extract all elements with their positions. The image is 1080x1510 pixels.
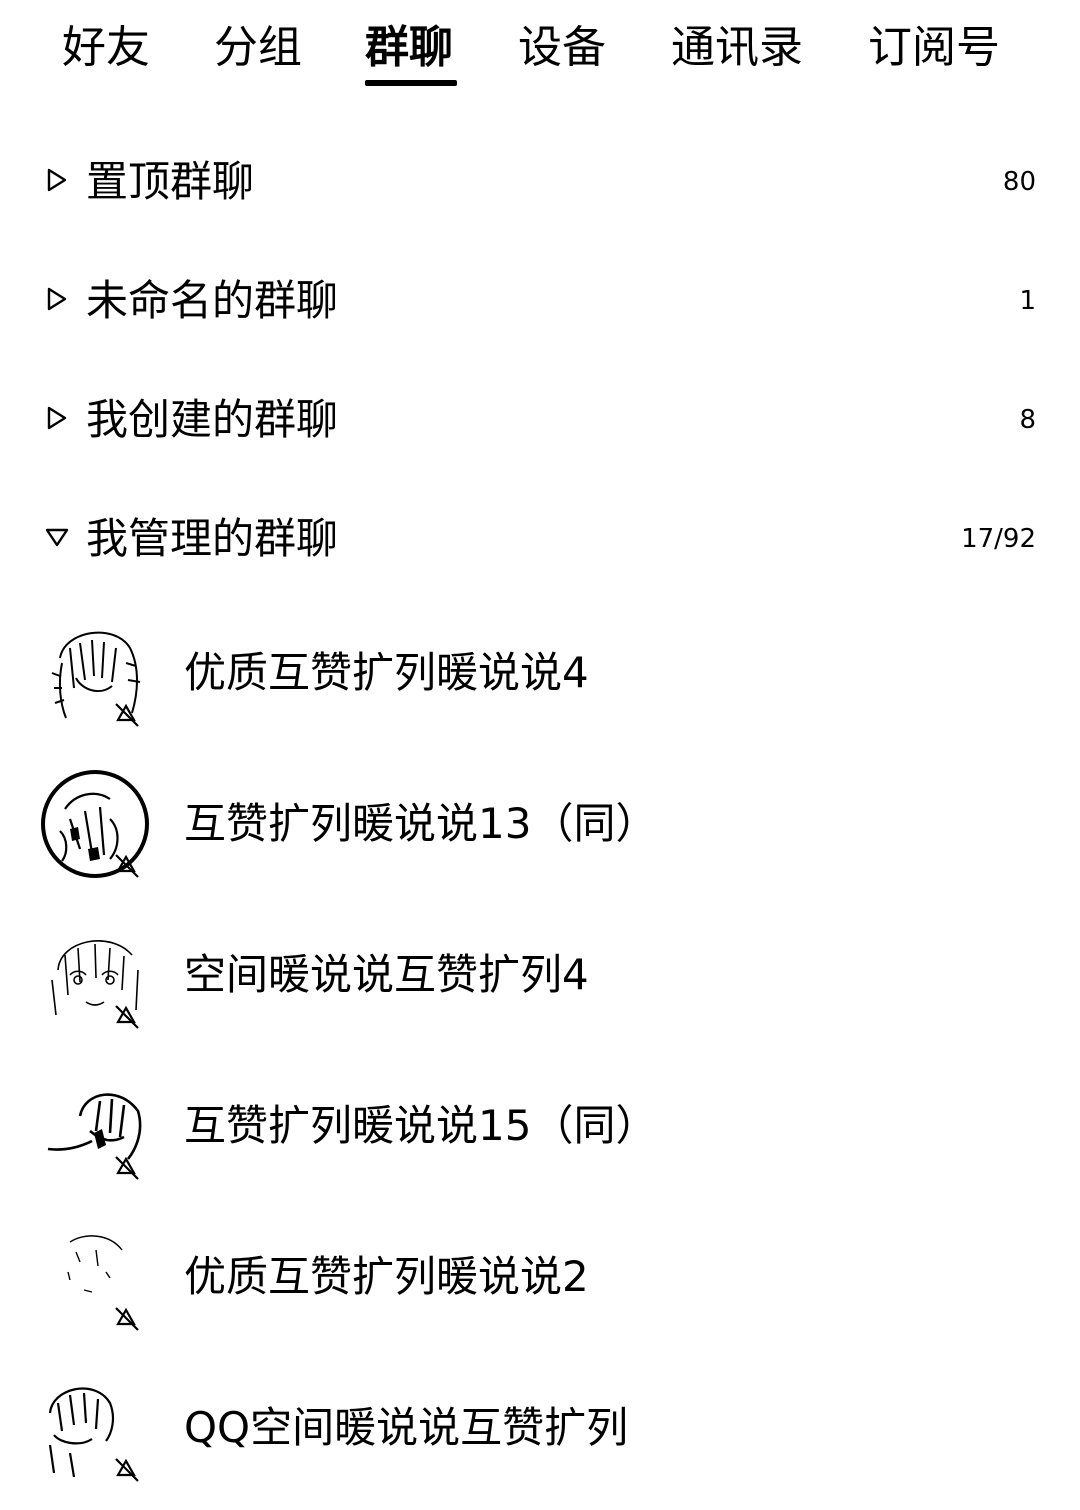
mute-icon	[115, 1307, 139, 1331]
avatar-sketch-girl-icon	[40, 920, 150, 1030]
chat-row[interactable]: 互赞扩列暖说说15（同）	[0, 1051, 1080, 1201]
tab-groups[interactable]: 分组	[214, 18, 302, 78]
avatar-sketch-boy-icon	[40, 1071, 150, 1181]
group-header-pinned[interactable]: 置顶群聊 80	[0, 127, 1080, 237]
chevron-down-icon	[44, 524, 70, 550]
chat-name: 优质互赞扩列暖说说2	[184, 1252, 589, 1301]
avatar-sketch-circle-icon	[40, 769, 150, 879]
tab-subscriptions[interactable]: 订阅号	[868, 18, 1000, 78]
group-label: 我管理的群聊	[86, 514, 339, 563]
chat-name: 互赞扩列暖说说15（同）	[184, 1101, 658, 1150]
chat-name: 空间暖说说互赞扩列4	[184, 950, 589, 999]
mute-icon	[115, 1005, 139, 1029]
avatar-sketch-girl-icon	[40, 618, 150, 728]
group-label: 我创建的群聊	[86, 395, 339, 444]
chat-name: 优质互赞扩列暖说说4	[184, 648, 589, 697]
tab-bar: 好友 分组 群聊 设备 通讯录 订阅号	[0, 0, 1080, 100]
tab-group-chats[interactable]: 群聊	[365, 18, 453, 78]
tab-contacts[interactable]: 通讯录	[671, 18, 803, 78]
mute-icon	[115, 703, 139, 727]
avatar-sketch-faint-icon	[40, 1222, 150, 1332]
chat-row[interactable]: 优质互赞扩列暖说说2	[0, 1202, 1080, 1352]
group-header-managed[interactable]: 我管理的群聊 17/92	[0, 484, 1080, 594]
chat-name: QQ空间暖说说互赞扩列	[184, 1403, 629, 1452]
active-tab-indicator	[365, 80, 457, 86]
mute-icon	[115, 1458, 139, 1482]
chat-row[interactable]: 优质互赞扩列暖说说4	[0, 598, 1080, 748]
group-count: 8	[1019, 405, 1036, 435]
chat-row[interactable]: QQ空间暖说说互赞扩列	[0, 1353, 1080, 1503]
group-count: 17/92	[961, 524, 1036, 554]
group-header-unnamed[interactable]: 未命名的群聊 1	[0, 246, 1080, 356]
group-count: 1	[1019, 286, 1036, 316]
tab-friends[interactable]: 好友	[62, 18, 150, 78]
chevron-right-icon	[44, 167, 70, 193]
mute-icon	[115, 1156, 139, 1180]
chat-row[interactable]: 互赞扩列暖说说13（同）	[0, 749, 1080, 899]
chevron-right-icon	[44, 286, 70, 312]
avatar-sketch-boy-icon	[40, 1373, 150, 1483]
group-count: 80	[1002, 167, 1036, 197]
group-header-created[interactable]: 我创建的群聊 8	[0, 365, 1080, 475]
chevron-right-icon	[44, 405, 70, 431]
chat-name: 互赞扩列暖说说13（同）	[184, 799, 658, 848]
group-label: 未命名的群聊	[86, 276, 339, 325]
group-label: 置顶群聊	[86, 157, 255, 206]
tab-devices[interactable]: 设备	[518, 18, 606, 78]
chat-row[interactable]: 空间暖说说互赞扩列4	[0, 900, 1080, 1050]
